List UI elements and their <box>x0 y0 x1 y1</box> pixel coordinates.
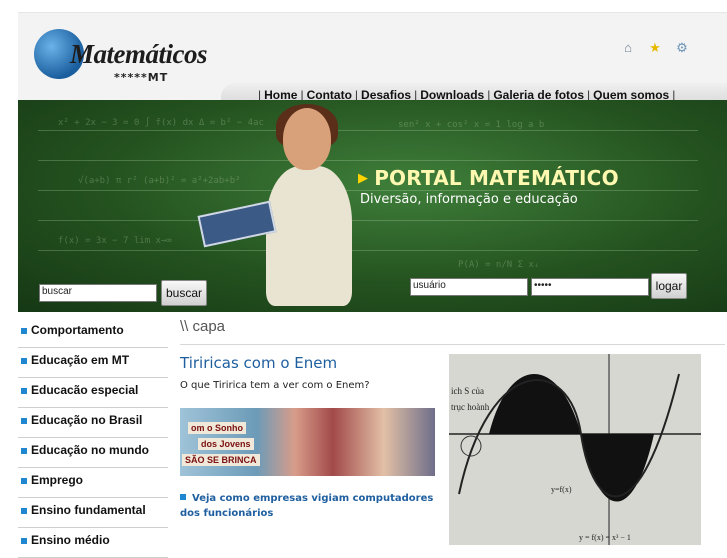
settings-icon[interactable]: ⚙ <box>675 41 689 55</box>
sidebar-item-ensino-fundamental[interactable]: Ensino fundamental <box>18 498 168 528</box>
logo-subtitle: *****MT <box>114 71 169 84</box>
bullet-icon <box>21 328 27 334</box>
bullet-icon <box>21 478 27 484</box>
bullet-icon <box>21 358 27 364</box>
article-teaser: O que Tiririca tem a ver com o Enem? <box>180 380 370 391</box>
photo-sign: om o Sonho <box>188 422 246 434</box>
photo-sign: dos Jovens <box>198 438 254 450</box>
username-field[interactable]: usuário <box>410 278 528 296</box>
sidebar-item-educacao-no-brasil[interactable]: Educação no Brasil <box>18 408 168 438</box>
bullet-icon <box>21 388 27 394</box>
search-input[interactable]: buscar <box>39 284 157 302</box>
graph-label: y = f(x) = x³ − 1 <box>579 533 631 542</box>
protest-photo[interactable]: om o Sonho dos Jovens SÃO SE BRINCA <box>180 408 435 476</box>
sidebar-item-emprego[interactable]: Emprego <box>18 468 168 498</box>
photo-sign: SÃO SE BRINCA <box>182 454 260 466</box>
bullet-icon <box>21 508 27 514</box>
sidebar-item-comportamento[interactable]: Comportamento <box>18 318 168 348</box>
favorite-star-icon[interactable]: ★ <box>648 41 662 55</box>
top-icons: ⌂ ★ ⚙ <box>608 39 689 57</box>
play-arrow-icon: ▶ <box>358 171 369 186</box>
bullet-icon <box>21 418 27 424</box>
sidebar-item-educacao-no-mundo[interactable]: Educação no mundo <box>18 438 168 468</box>
site-logo[interactable]: Matemáticos *****MT <box>34 29 214 95</box>
sidebar-item-educacao-especial[interactable]: Educacão especial <box>18 378 168 408</box>
graph-drawing: ich S của trục hoành y=f(x) y = f(x) = x… <box>449 354 701 545</box>
graph-label: y=f(x) <box>551 485 572 494</box>
category-sidebar: Comportamento Educação em MT Educacão es… <box>18 318 168 558</box>
bullet-icon <box>180 494 186 500</box>
teacher-illustration <box>197 104 368 308</box>
article-link[interactable]: Veja como empresas vigiam computadores d… <box>180 491 435 521</box>
home-icon[interactable]: ⌂ <box>621 41 635 55</box>
books-icon <box>197 200 277 248</box>
graph-label: trục hoành <box>451 402 490 412</box>
sidebar-item-ensino-medio[interactable]: Ensino médio <box>18 528 168 558</box>
password-field[interactable]: ••••• <box>531 278 649 296</box>
divider <box>180 344 725 345</box>
page: Matemáticos *****MT ⌂ ★ ⚙ | Home | Contato | De… <box>18 0 727 558</box>
sidebar-item-educacao-em-mt[interactable]: Educação em MT <box>18 348 168 378</box>
search-button[interactable]: buscar <box>161 280 207 306</box>
breadcrumb: \\ capa <box>180 318 226 335</box>
graph-photo[interactable]: ich S của trục hoành y=f(x) y = f(x) = x… <box>449 354 701 545</box>
banner-text: ▶ PORTAL MATEMÁTICO Diversão, informação … <box>358 166 619 207</box>
bullet-icon <box>21 538 27 544</box>
bullet-icon <box>21 448 27 454</box>
logo-title: Matemáticos <box>70 39 208 69</box>
login-button[interactable]: logar <box>651 273 687 299</box>
article-headline[interactable]: Tiriricas com o Enem <box>180 354 337 372</box>
banner-subtitle: Diversão, informação e educação <box>360 192 578 207</box>
header: Matemáticos *****MT ⌂ ★ ⚙ | Home | Contato | De… <box>18 12 727 111</box>
banner-title: PORTAL MATEMÁTICO <box>374 166 619 190</box>
graph-label: ich S của <box>451 386 484 396</box>
